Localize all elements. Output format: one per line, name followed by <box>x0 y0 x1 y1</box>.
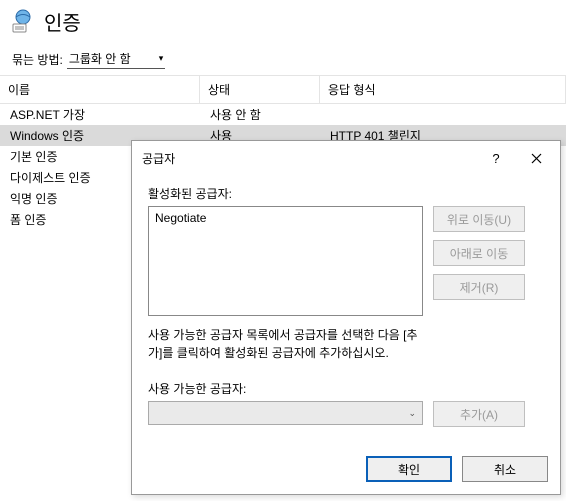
table-row[interactable]: ASP.NET 가장 사용 안 함 <box>0 104 566 125</box>
move-up-button[interactable]: 위로 이동(U) <box>433 206 525 232</box>
table-header: 이름 상태 응답 형식 <box>0 75 566 104</box>
list-item[interactable]: Negotiate <box>155 211 416 225</box>
page-title: 인증 <box>44 7 81 36</box>
chevron-down-icon: ⌄ <box>408 408 416 419</box>
help-button[interactable]: ? <box>476 147 516 169</box>
remove-button[interactable]: 제거(R) <box>433 274 525 300</box>
auth-icon <box>8 6 38 36</box>
col-name[interactable]: 이름 <box>0 75 200 104</box>
available-providers-combo[interactable]: ⌄ <box>148 401 423 425</box>
cancel-button[interactable]: 취소 <box>462 456 548 482</box>
group-by-label: 묶는 방법: <box>12 51 63 68</box>
dialog-title: 공급자 <box>142 150 175 167</box>
providers-dialog: 공급자 ? 활성화된 공급자: Negotiate 위로 이동(U) 아래로 이… <box>131 140 561 495</box>
dialog-buttons: 확인 취소 <box>132 446 560 494</box>
group-by-bar: 묶는 방법: 그룹화 안 함 ▾ <box>0 46 566 75</box>
enabled-providers-label: 활성화된 공급자: <box>148 185 544 202</box>
dialog-titlebar: 공급자 ? <box>132 141 560 175</box>
add-button[interactable]: 추가(A) <box>433 401 525 427</box>
page-header: 인증 <box>0 0 566 46</box>
available-providers-label: 사용 가능한 공급자: <box>148 380 544 397</box>
close-button[interactable] <box>516 147 556 169</box>
move-down-button[interactable]: 아래로 이동 <box>433 240 525 266</box>
chevron-down-icon: ▾ <box>159 53 164 64</box>
close-icon <box>531 153 542 164</box>
enabled-providers-list[interactable]: Negotiate <box>148 206 423 316</box>
group-by-select[interactable]: 그룹화 안 함 ▾ <box>67 50 165 69</box>
ok-button[interactable]: 확인 <box>366 456 452 482</box>
col-response[interactable]: 응답 형식 <box>320 75 566 104</box>
hint-text: 사용 가능한 공급자 목록에서 공급자를 선택한 다음 [추가]를 클릭하여 활… <box>148 326 428 362</box>
col-status[interactable]: 상태 <box>200 75 320 104</box>
group-by-value: 그룹화 안 함 <box>69 50 131 67</box>
